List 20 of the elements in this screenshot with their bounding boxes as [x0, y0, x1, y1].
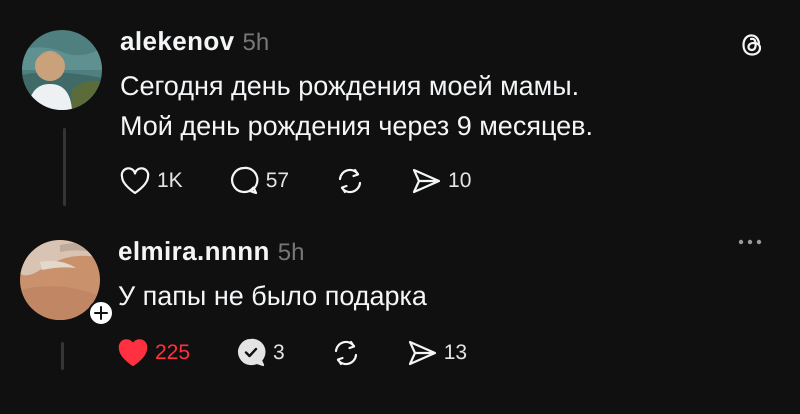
timestamp: 5h — [278, 239, 304, 267]
count: 13 — [444, 341, 468, 365]
more-icon[interactable] — [738, 238, 762, 246]
follow-plus-icon[interactable] — [88, 300, 114, 326]
username[interactable]: elmira.nnnn — [118, 236, 270, 267]
post-text: Мой день рождения через 9 месяцев. — [120, 110, 593, 143]
post-text: Сегодня день рождения моей мамы. — [120, 70, 580, 103]
count: 57 — [266, 169, 290, 193]
post-text: У папы не было подарка — [118, 280, 428, 313]
send-icon[interactable] — [406, 338, 437, 368]
count: 10 — [448, 169, 472, 193]
count: 3 — [273, 341, 285, 365]
username[interactable]: alekenov — [120, 26, 234, 57]
send-icon[interactable] — [411, 166, 442, 196]
count: 1K — [157, 169, 183, 193]
checked-comment-icon[interactable] — [236, 338, 266, 368]
threads-logo-icon[interactable] — [740, 32, 764, 58]
count: 225 — [155, 341, 190, 365]
timestamp: 5h — [242, 29, 270, 57]
comment-icon[interactable] — [228, 166, 259, 196]
